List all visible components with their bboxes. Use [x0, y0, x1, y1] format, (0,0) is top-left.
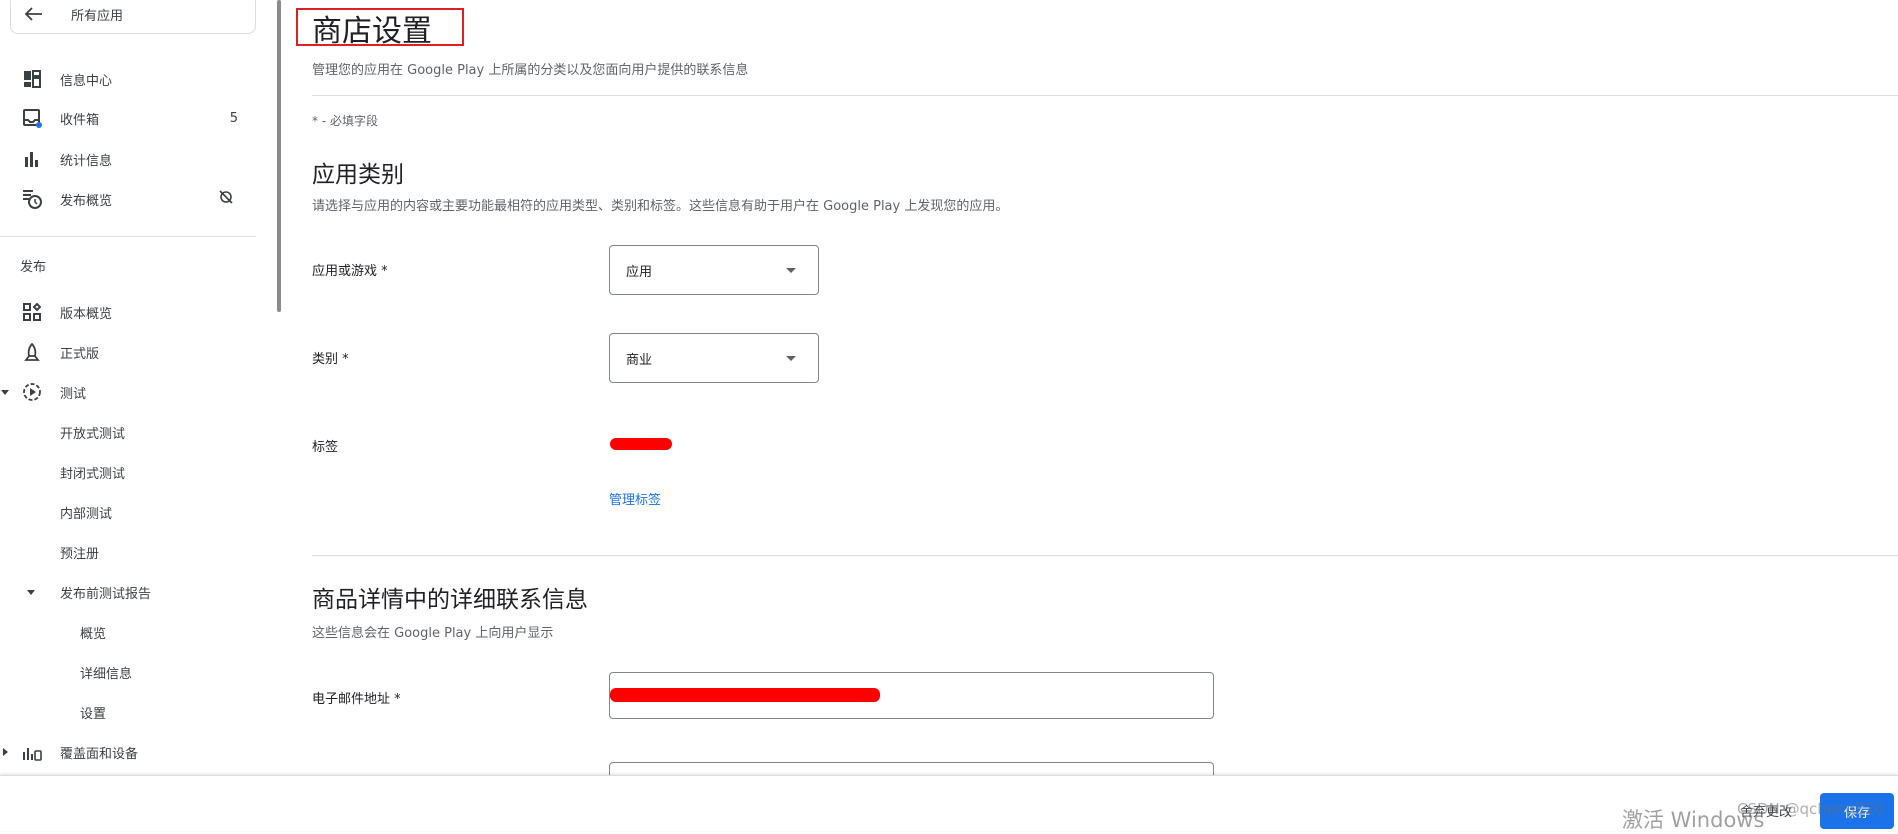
bar-chart-icon	[21, 148, 43, 170]
reach-devices-icon	[21, 741, 43, 763]
sidebar-item-internal-testing[interactable]: 内部测试	[0, 498, 250, 526]
app-or-game-label: 应用或游戏 *	[312, 264, 388, 279]
sidebar-item-label: 统计信息	[60, 153, 113, 169]
sidebar-item-label: 正式版	[60, 346, 100, 362]
sidebar-item-label: 版本概览	[60, 306, 113, 322]
sidebar-item-label: 预注册	[60, 546, 100, 562]
sidebar-item-reach-devices[interactable]: 覆盖面和设备	[0, 738, 250, 766]
email-field[interactable]	[609, 672, 1214, 719]
csdn-watermark: CSDN @qcheng320	[1737, 800, 1884, 818]
sidebar-item-releases-overview[interactable]: 版本概览	[0, 298, 250, 326]
publishing-overview-icon	[21, 188, 43, 210]
sidebar-item-report-overview[interactable]: 概览	[0, 618, 250, 646]
main-content: 商店设置 管理您的应用在 Google Play 上所属的分类以及您面向用户提供…	[296, 0, 1898, 802]
sidebar-scrollbar[interactable]	[277, 0, 281, 312]
inbox-icon	[21, 107, 43, 129]
sidebar-item-open-testing[interactable]: 开放式测试	[0, 418, 250, 446]
section-desc-contact: 这些信息会在 Google Play 上向用户显示	[312, 626, 554, 641]
app-or-game-value: 应用	[626, 264, 653, 280]
sidebar-item-report-details[interactable]: 详细信息	[0, 658, 250, 686]
sidebar: 所有应用 信息中心 收件箱 5 统计信息 发布概览 发布 版本概览 正式版 测试…	[0, 0, 268, 775]
redacted-tag-value	[610, 438, 672, 450]
sidebar-divider	[0, 236, 256, 237]
sidebar-item-pre-launch-report[interactable]: 发布前测试报告	[0, 578, 250, 606]
sidebar-item-label: 详细信息	[80, 666, 133, 682]
sidebar-item-label: 概览	[80, 626, 107, 642]
divider	[312, 555, 1898, 556]
section-title-app-category: 应用类别	[312, 162, 404, 188]
section-header-release: 发布	[20, 260, 47, 275]
required-fields-note: * - 必填字段	[312, 114, 378, 128]
page-title: 商店设置	[312, 14, 432, 49]
arrow-back-icon	[24, 4, 48, 24]
sidebar-item-production[interactable]: 正式版	[0, 338, 250, 366]
sidebar-item-testing[interactable]: 测试	[0, 378, 250, 406]
back-to-all-apps-button[interactable]: 所有应用	[10, 0, 256, 34]
testing-icon	[21, 381, 43, 403]
action-footer: 舍弃更改 保存	[0, 775, 1898, 831]
sidebar-item-label: 封闭式测试	[60, 466, 126, 482]
dashboard-icon	[21, 68, 43, 90]
sidebar-item-label: 测试	[60, 386, 87, 402]
app-or-game-select[interactable]: 应用	[609, 245, 819, 295]
sidebar-item-closed-testing[interactable]: 封闭式测试	[0, 458, 250, 486]
dropdown-arrow-icon	[786, 356, 796, 361]
releases-overview-icon	[21, 301, 43, 323]
category-label: 类别 *	[312, 352, 349, 367]
sidebar-item-label: 内部测试	[60, 506, 113, 522]
sidebar-item-label: 开放式测试	[60, 426, 126, 442]
caret-right-icon[interactable]	[0, 747, 10, 757]
caret-down-icon[interactable]	[26, 587, 36, 597]
sidebar-item-report-settings[interactable]: 设置	[0, 698, 250, 726]
email-label: 电子邮件地址 *	[312, 692, 401, 707]
sidebar-item-label: 发布前测试报告	[60, 586, 152, 602]
tags-label: 标签	[312, 440, 339, 455]
sidebar-item-pre-registration[interactable]: 预注册	[0, 538, 250, 566]
divider	[312, 95, 1898, 96]
page-subtitle: 管理您的应用在 Google Play 上所属的分类以及您面向用户提供的联系信息	[312, 63, 749, 78]
sidebar-item-label: 设置	[80, 706, 107, 722]
back-label: 所有应用	[71, 8, 124, 24]
section-title-contact: 商品详情中的详细联系信息	[312, 587, 588, 613]
sidebar-item-statistics[interactable]: 统计信息	[0, 145, 250, 173]
manage-tags-link[interactable]: 管理标签	[609, 489, 661, 508]
sidebar-item-publishing-overview[interactable]: 发布概览	[0, 185, 250, 213]
sync-off-icon	[218, 189, 234, 209]
dropdown-arrow-icon	[786, 268, 796, 273]
category-value: 商业	[626, 352, 653, 368]
sidebar-item-dashboard[interactable]: 信息中心	[0, 65, 250, 93]
sidebar-item-label: 发布概览	[60, 193, 113, 209]
redacted-email-value	[610, 688, 880, 702]
sidebar-item-label: 信息中心	[60, 73, 113, 89]
caret-down-icon[interactable]	[0, 387, 10, 397]
section-desc-app-category: 请选择与应用的内容或主要功能最相符的应用类型、类别和标签。这些信息有助于用户在 …	[312, 199, 1009, 214]
sidebar-item-inbox[interactable]: 收件箱 5	[0, 104, 250, 132]
production-icon	[21, 341, 43, 363]
category-select[interactable]: 商业	[609, 333, 819, 383]
sidebar-item-label: 收件箱	[60, 112, 100, 128]
sidebar-item-label: 覆盖面和设备	[60, 746, 139, 762]
inbox-count-badge: 5	[229, 110, 238, 126]
